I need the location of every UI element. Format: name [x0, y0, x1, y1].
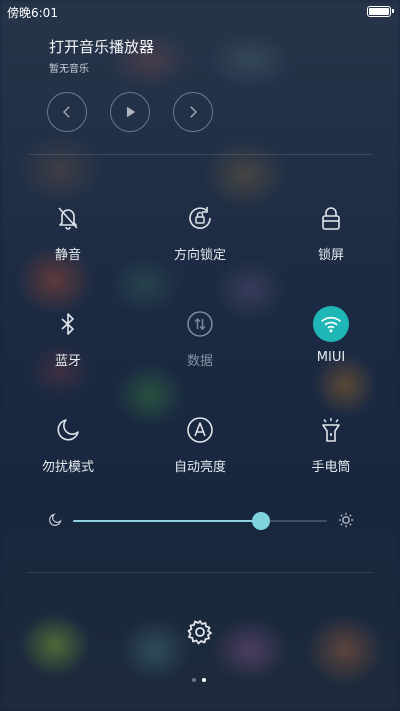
music-subtitle: 暂无音乐 [49, 64, 89, 75]
tile-label: MIUI [316, 350, 346, 365]
next-button[interactable] [173, 92, 213, 132]
gear-icon[interactable] [186, 618, 214, 646]
chevron-right-icon [190, 106, 198, 118]
battery-icon [367, 6, 391, 17]
tile-label: 自动亮度 [173, 460, 226, 475]
play-icon [127, 106, 136, 118]
bell-mute-icon [52, 202, 84, 234]
play-button[interactable] [110, 92, 150, 132]
tile-flashlight[interactable]: 手电筒 [271, 414, 391, 494]
tile-label: 锁屏 [317, 248, 344, 263]
rotation-lock-icon [184, 202, 216, 234]
brightness-track[interactable] [73, 512, 327, 530]
tile-label: 方向锁定 [173, 248, 226, 263]
data-arrows-icon [184, 308, 216, 340]
tile-mobile-data[interactable]: 数据 [140, 308, 260, 388]
auto-brightness-icon [184, 414, 216, 446]
tile-label: 数据 [186, 354, 213, 369]
moon-icon [52, 414, 84, 446]
tile-mute[interactable]: 静音 [8, 202, 128, 282]
brightness-fill [73, 520, 261, 522]
page-dot-2 [202, 678, 206, 682]
brightness-slider[interactable] [48, 510, 354, 532]
previous-button[interactable] [47, 92, 87, 132]
page-indicator [190, 677, 210, 683]
control-center: 傍晚6:01 打开音乐播放器 暂无音乐 静音 方向锁定 锁屏 蓝牙 数据 MIU… [0, 0, 400, 711]
brightness-thumb[interactable] [251, 512, 270, 530]
tile-do-not-disturb[interactable]: 勿扰模式 [8, 414, 128, 494]
divider [28, 154, 372, 155]
flashlight-icon [315, 414, 347, 446]
status-time: 傍晚6:01 [7, 6, 58, 20]
tile-wifi[interactable]: MIUI [271, 306, 391, 388]
page-dot-1 [192, 678, 196, 682]
tile-label: 蓝牙 [54, 354, 81, 369]
tile-rotation-lock[interactable]: 方向锁定 [140, 202, 260, 282]
moon-small-icon [49, 513, 62, 526]
tile-label: 勿扰模式 [41, 460, 94, 475]
status-bar: 傍晚6:01 [0, 0, 400, 22]
battery-tip [392, 9, 394, 13]
tile-label: 静音 [54, 248, 81, 263]
tile-label: 手电筒 [311, 460, 351, 475]
tile-bluetooth[interactable]: 蓝牙 [8, 308, 128, 388]
divider [28, 572, 372, 573]
sun-icon [338, 512, 354, 528]
bluetooth-icon [52, 308, 84, 340]
tile-auto-brightness[interactable]: 自动亮度 [140, 414, 260, 494]
tile-lock-screen[interactable]: 锁屏 [271, 202, 391, 282]
lock-icon [315, 202, 347, 234]
chevron-left-icon [62, 106, 70, 118]
wifi-icon [313, 306, 349, 342]
music-title[interactable]: 打开音乐播放器 [49, 36, 154, 57]
